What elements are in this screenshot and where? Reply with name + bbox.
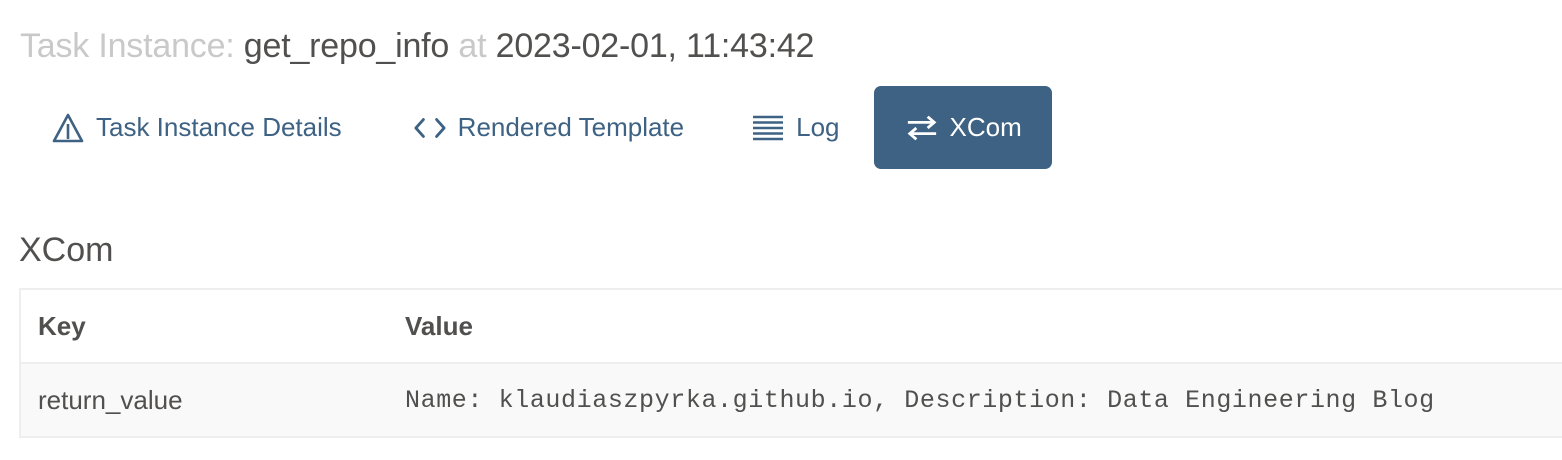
- warning-triangle-icon: [52, 112, 84, 144]
- page-title: Task Instance: get_repo_info at 2023-02-…: [20, 26, 814, 66]
- page: Task Instance: get_repo_info at 2023-02-…: [0, 0, 1562, 460]
- xcom-table: Key Value return_value Name: klaudiaszpy…: [19, 288, 1562, 438]
- column-header-value[interactable]: Value: [388, 290, 1562, 364]
- tab-task-instance-details[interactable]: Task Instance Details: [20, 86, 378, 169]
- task-instance-tabs: Task Instance Details Rendered Template: [20, 86, 1052, 169]
- xcom-key-cell: return_value: [21, 363, 388, 436]
- column-header-key[interactable]: Key: [21, 290, 388, 364]
- xcom-value-cell: Name: klaudiaszpyrka.github.io, Descript…: [388, 363, 1562, 436]
- task-id: get_repo_info: [243, 27, 450, 65]
- code-brackets-icon: [414, 112, 446, 144]
- execution-date: 2023-02-01, 11:43:42: [495, 27, 815, 65]
- tab-label: Rendered Template: [457, 112, 685, 142]
- tab-log[interactable]: Log: [718, 86, 873, 169]
- tab-label: XCom: [949, 112, 1022, 142]
- title-prefix: Task Instance:: [20, 27, 235, 65]
- section-title: XCom: [19, 231, 114, 269]
- tab-rendered-template[interactable]: Rendered Template: [378, 86, 718, 169]
- table-row: return_value Name: klaudiaszpyrka.github…: [21, 363, 1562, 436]
- tab-label: Log: [796, 112, 840, 142]
- swap-arrows-icon: [906, 112, 938, 144]
- tab-label: Task Instance Details: [96, 112, 342, 142]
- tab-xcom[interactable]: XCom: [873, 86, 1052, 169]
- table-header-row: Key Value: [21, 290, 1562, 364]
- list-lines-icon: [752, 112, 784, 144]
- title-at: at: [458, 27, 487, 65]
